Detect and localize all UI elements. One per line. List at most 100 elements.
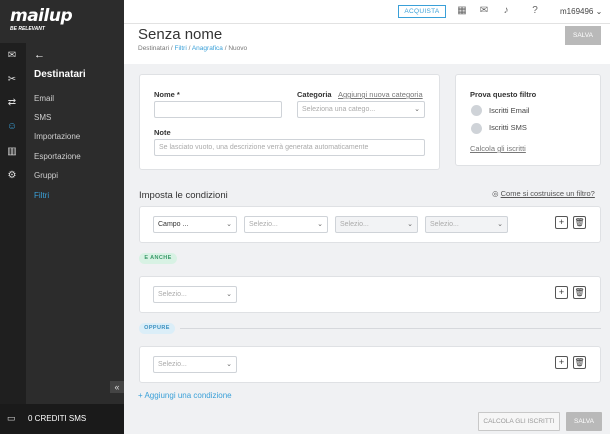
chevron-down-icon: ⌄ [414, 106, 420, 113]
iscritti-email-label: Iscritti Email [489, 106, 530, 115]
inbox-icon[interactable]: ✉ [478, 5, 490, 17]
calc-subscribers-link[interactable]: Calcola gli iscritti [470, 144, 526, 153]
chevron-down-icon: ⌄ [226, 221, 232, 228]
save-button-bottom[interactable]: SALVA [566, 412, 602, 431]
add-condition-link[interactable]: + Aggiungi una condizione [138, 391, 232, 400]
add-row-button[interactable]: + [555, 286, 568, 299]
chevron-down-icon: ⌄ [497, 221, 503, 228]
trash-icon: 🗑 [574, 218, 585, 227]
save-button-top[interactable]: SALVA [565, 26, 601, 45]
try-filter-title: Prova questo filtro [470, 90, 537, 99]
help-filter-link[interactable]: ◎ Come si costruisce un filtro? [492, 189, 595, 198]
bar-chart-icon[interactable]: ▥ [6, 146, 18, 158]
help-circle-icon: ◎ [492, 189, 499, 198]
field-select-value: Campo ... [158, 221, 189, 228]
calendar-icon[interactable]: ▦ [456, 5, 468, 17]
top-bar: ACQUISTA ▦ ✉ ♪ ? m169496 ⌄ [124, 0, 610, 24]
gear-icon[interactable]: ⚙ [6, 170, 18, 182]
shuffle-icon[interactable]: ⇄ [6, 97, 18, 109]
value-select-value: Selezio... [340, 221, 369, 228]
chevron-down-icon: ⌄ [317, 221, 323, 228]
radio-iscritti-sms[interactable] [471, 123, 482, 134]
bottom-action-bar: CALCOLA GLI ISCRITTI SALVA [124, 404, 610, 434]
username: m169496 [560, 7, 594, 16]
add-row-button[interactable]: + [555, 356, 568, 369]
sms-credits-bar: ▭ 0 CREDITI SMS [0, 404, 124, 434]
condition-row-2: Selezio... ⌄ + 🗑 [139, 276, 601, 313]
category-placeholder: Seleziona una catego... [302, 106, 376, 113]
subnav-item-sms[interactable]: SMS [34, 113, 51, 122]
plus-icon: + [138, 391, 143, 400]
operator-select[interactable]: Selezio... ⌄ [244, 216, 328, 233]
brand-tagline: BE RELEVANT [10, 26, 45, 32]
subnav-item-gruppi[interactable]: Gruppi [34, 171, 58, 180]
help-filter-text: Come si costruisce un filtro? [500, 189, 595, 198]
add-category-link[interactable]: Aggiungi nuova categoria [338, 90, 423, 99]
iscritti-sms-label: Iscritti SMS [489, 123, 527, 132]
chevron-down-icon: ⌄ [226, 361, 232, 368]
brand-name: mailup [10, 6, 73, 26]
value2-select-value: Selezio... [430, 221, 459, 228]
bell-icon[interactable]: ♪ [500, 5, 512, 17]
subnav-item-importazione[interactable]: Importazione [34, 132, 80, 141]
breadcrumb-anagrafica[interactable]: Anagrafica [192, 45, 223, 52]
left-sidebar: mailup BE RELEVANT ✉ ✂ ⇄ ☺ ▥ ⚙ ← Destina… [0, 0, 124, 434]
conditions-title: Imposta le condizioni [139, 190, 228, 201]
add-row-button[interactable]: + [555, 216, 568, 229]
tools-icon[interactable]: ✂ [6, 74, 18, 86]
buy-button[interactable]: ACQUISTA [398, 5, 446, 18]
breadcrumb-nuovo: Nuovo [228, 45, 248, 52]
condition-row-1: Campo ... ⌄ Selezio... ⌄ Selezio... ⌄ Se… [139, 206, 601, 243]
notes-placeholder: Se lasciato vuoto, una descrizione verrà… [159, 144, 369, 151]
delete-row-button[interactable]: 🗑 [573, 286, 586, 299]
calc-subscribers-button[interactable]: CALCOLA GLI ISCRITTI [478, 412, 560, 431]
value-select: Selezio... ⌄ [335, 216, 418, 233]
delete-row-button[interactable]: 🗑 [573, 356, 586, 369]
or-divider [180, 328, 601, 329]
breadcrumb-destinatari[interactable]: Destinatari [138, 45, 169, 52]
logo[interactable]: mailup BE RELEVANT [0, 0, 124, 43]
category-label: Categoria [297, 90, 332, 99]
delete-row-button[interactable]: 🗑 [573, 216, 586, 229]
page-header: Senza nome Destinatari / Filtri / Anagra… [124, 24, 610, 64]
page-title: Senza nome [138, 26, 223, 43]
group2-select[interactable]: Selezio... ⌄ [153, 286, 237, 303]
breadcrumb-filtri[interactable]: Filtri [175, 45, 187, 52]
help-icon[interactable]: ? [529, 5, 541, 17]
operator-select-value: Selezio... [249, 221, 278, 228]
or-badge: OPPURE [139, 323, 175, 334]
group2-select-value: Selezio... [158, 291, 187, 298]
subnav-item-filtri[interactable]: Filtri [34, 191, 49, 200]
sms-credits[interactable]: 0 CREDITI SMS [28, 414, 86, 423]
sub-navigation: ← Destinatari Email SMS Importazione Esp… [26, 43, 124, 404]
field-select[interactable]: Campo ... ⌄ [153, 216, 237, 233]
try-filter-card: Prova questo filtro Iscritti Email Iscri… [455, 74, 601, 166]
chat-icon: ▭ [7, 413, 16, 423]
subnav-item-email[interactable]: Email [34, 94, 54, 103]
envelope-icon[interactable]: ✉ [6, 50, 18, 62]
notes-label: Note [154, 128, 171, 137]
name-input[interactable] [154, 101, 282, 118]
chevron-down-icon: ⌄ [407, 221, 413, 228]
notes-input[interactable]: Se lasciato vuoto, una descrizione verrà… [154, 139, 425, 156]
breadcrumb: Destinatari / Filtri / Anagrafica / Nuov… [138, 45, 247, 52]
category-select[interactable]: Seleziona una catego... ⌄ [297, 101, 425, 118]
back-arrow-icon[interactable]: ← [34, 49, 45, 61]
user-icon[interactable]: ☺ [6, 121, 18, 133]
chevron-down-icon: ⌄ [595, 7, 603, 16]
condition-row-3: Selezio... ⌄ + 🗑 [139, 346, 601, 383]
name-label: Nome * [154, 90, 180, 99]
subnav-title: Destinatari [34, 69, 86, 80]
radio-iscritti-email[interactable] [471, 105, 482, 116]
icon-rail: ✉ ✂ ⇄ ☺ ▥ ⚙ [0, 43, 26, 404]
trash-icon: 🗑 [574, 358, 585, 367]
group3-select-value: Selezio... [158, 361, 187, 368]
chevron-down-icon: ⌄ [226, 291, 232, 298]
add-condition-text: Aggiungi una condizione [144, 391, 232, 400]
value2-select: Selezio... ⌄ [425, 216, 508, 233]
group3-select[interactable]: Selezio... ⌄ [153, 356, 237, 373]
subnav-item-esportazione[interactable]: Esportazione [34, 152, 81, 161]
app-window: mailup BE RELEVANT ✉ ✂ ⇄ ☺ ▥ ⚙ ← Destina… [0, 0, 610, 434]
user-menu[interactable]: m169496 ⌄ [560, 7, 602, 16]
collapse-sidebar-icon[interactable]: « [110, 381, 124, 393]
